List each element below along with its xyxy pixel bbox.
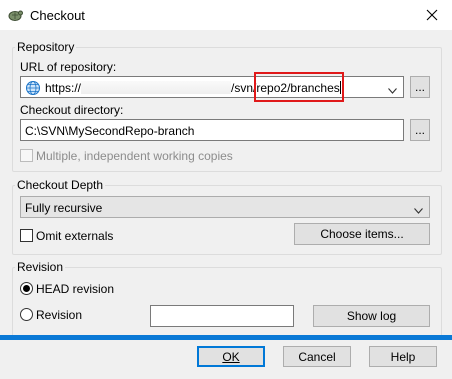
repository-group-title: Repository bbox=[15, 40, 77, 54]
depth-select-value: Fully recursive bbox=[25, 201, 103, 215]
choose-items-button[interactable]: Choose items... bbox=[294, 223, 430, 245]
checkout-dir-field[interactable]: C:\SVN\MySecondRepo-branch bbox=[20, 119, 404, 141]
url-combobox[interactable]: https:// /svn/repo2/branches bbox=[20, 76, 404, 98]
chevron-down-icon[interactable] bbox=[388, 83, 397, 97]
omit-externals-label: Omit externals bbox=[36, 229, 114, 243]
revision-radio[interactable] bbox=[20, 308, 33, 321]
revision-number-field[interactable] bbox=[150, 305, 294, 327]
tortoisesvn-icon bbox=[7, 7, 23, 23]
checkout-dir-label: Checkout directory: bbox=[20, 103, 124, 117]
title-bar: Checkout bbox=[0, 0, 452, 30]
ok-button[interactable]: OK bbox=[197, 346, 265, 367]
url-browse-button[interactable]: ... bbox=[410, 76, 430, 98]
dir-browse-button[interactable]: ... bbox=[410, 119, 430, 141]
head-revision-label: HEAD revision bbox=[36, 282, 115, 296]
text-caret bbox=[339, 81, 341, 94]
head-revision-radio[interactable] bbox=[20, 282, 33, 295]
multiple-copies-label: Multiple, independent working copies bbox=[36, 149, 233, 163]
cancel-button[interactable]: Cancel bbox=[283, 346, 351, 367]
revision-group-title: Revision bbox=[15, 260, 66, 274]
revision-label: Revision bbox=[36, 308, 83, 322]
chevron-down-icon bbox=[414, 203, 423, 217]
close-icon bbox=[426, 9, 438, 21]
globe-icon bbox=[25, 80, 41, 96]
help-button[interactable]: Help bbox=[369, 346, 437, 367]
window-title: Checkout bbox=[30, 8, 85, 23]
radio-selected-dot bbox=[23, 285, 30, 292]
checkout-dialog: Checkout Repository URL of repository: h… bbox=[0, 0, 452, 379]
depth-select[interactable]: Fully recursive bbox=[20, 196, 430, 218]
close-button[interactable] bbox=[412, 0, 452, 30]
url-prefix: https:// bbox=[45, 81, 82, 95]
checkout-dir-input[interactable]: C:\SVN\MySecondRepo-branch bbox=[25, 124, 194, 138]
checkout-depth-group-title: Checkout Depth bbox=[15, 178, 106, 192]
omit-externals-checkbox[interactable] bbox=[20, 229, 33, 242]
redacted-host bbox=[81, 81, 232, 94]
show-log-button[interactable]: Show log bbox=[313, 305, 430, 327]
multiple-copies-checkbox[interactable] bbox=[20, 149, 33, 162]
url-suffix: /svn/repo2/branches bbox=[231, 81, 340, 95]
url-input[interactable]: https:// /svn/repo2/branches bbox=[45, 81, 341, 95]
url-label: URL of repository: bbox=[20, 60, 117, 74]
